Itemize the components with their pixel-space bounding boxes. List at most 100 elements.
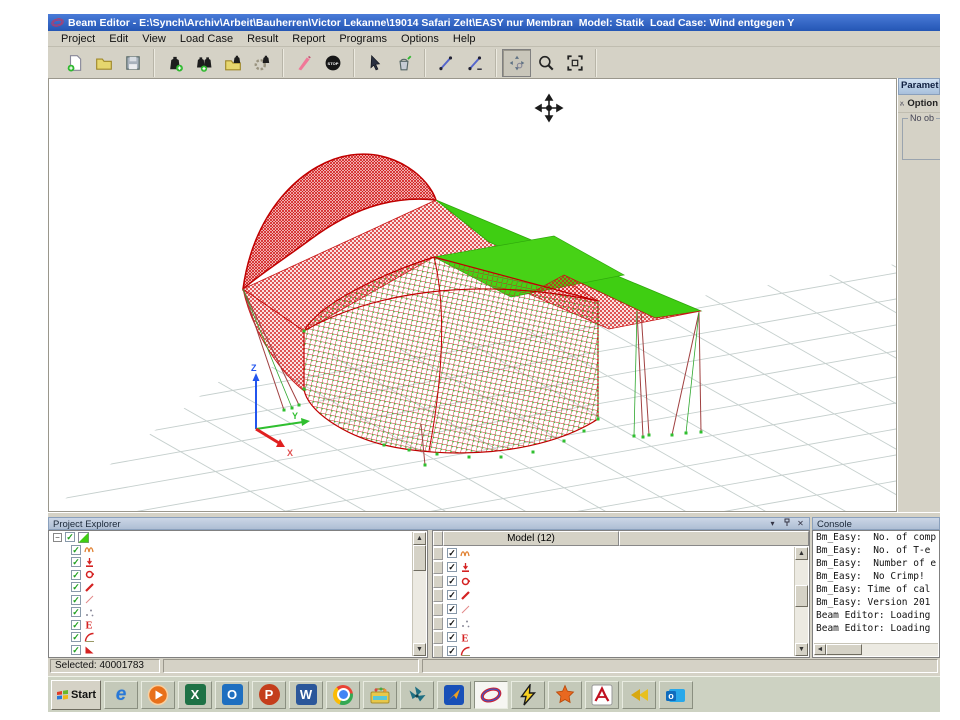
menu-result[interactable]: Result — [240, 32, 285, 46]
menu-project[interactable]: Project — [54, 32, 102, 46]
tree-row-rotational-points[interactable] — [49, 569, 427, 582]
checkbox[interactable] — [71, 632, 81, 642]
checkbox[interactable] — [71, 545, 81, 555]
checkbox[interactable] — [71, 570, 81, 580]
project-tree[interactable]: −E ▲ ▼ — [48, 530, 428, 658]
arrows-app-taskbar-button[interactable] — [622, 681, 656, 709]
toolbox-taskbar-button[interactable] — [363, 681, 397, 709]
checkbox[interactable] — [71, 595, 81, 605]
tree-row-cross-sections[interactable] — [49, 631, 427, 644]
zoom-button[interactable] — [531, 49, 560, 77]
menu-help[interactable]: Help — [446, 32, 483, 46]
checkbox[interactable] — [447, 576, 457, 586]
console-caption[interactable]: Console — [812, 517, 940, 530]
scroll-thumb[interactable] — [795, 585, 808, 607]
project-explorer-caption[interactable]: Project Explorer ▾ ✕ — [48, 517, 810, 530]
chrome-taskbar-button[interactable] — [326, 681, 360, 709]
model-list[interactable]: Model (12) E ▲ ▼ — [432, 530, 810, 658]
scroll-up-icon[interactable]: ▲ — [795, 547, 808, 560]
tree-row-springs[interactable] — [49, 544, 427, 557]
titlebar[interactable]: Beam Editor - E:\Synch\Archiv\Arbeit\Bau… — [48, 14, 940, 31]
checkbox[interactable] — [447, 618, 457, 628]
list-row-cross-sections[interactable] — [433, 644, 809, 658]
tree-row-axial-force-links[interactable] — [49, 594, 427, 607]
navigator-taskbar-button[interactable] — [437, 681, 471, 709]
save-button[interactable] — [118, 49, 147, 77]
row-selector[interactable] — [433, 617, 443, 630]
list-row-axial-force-links[interactable] — [433, 602, 809, 616]
tree-vertical-scrollbar[interactable]: ▲ ▼ — [412, 532, 426, 656]
scroll-up-icon[interactable]: ▲ — [413, 532, 426, 545]
model-count-header[interactable]: Model (12) — [443, 531, 619, 546]
scroll-thumb[interactable] — [826, 644, 862, 655]
list-row-materials[interactable]: E — [433, 630, 809, 644]
options-label[interactable]: Option — [907, 98, 938, 109]
open-project-button[interactable] — [89, 49, 118, 77]
pane-pin-icon[interactable] — [780, 518, 793, 529]
scroll-down-icon[interactable]: ▼ — [413, 643, 426, 656]
console-output[interactable]: Bm_Easy: No. of compBm_Easy: No. of T-eB… — [812, 530, 940, 658]
internet-explorer-taskbar-button[interactable]: e — [104, 681, 138, 709]
list-vertical-scrollbar[interactable]: ▲ ▼ — [794, 547, 808, 656]
add-load-button[interactable] — [160, 49, 189, 77]
select-cursor-button[interactable] — [360, 49, 389, 77]
pane-menu-icon[interactable]: ▾ — [766, 518, 779, 529]
add-load-group-button[interactable] — [189, 49, 218, 77]
checkbox[interactable] — [71, 620, 81, 630]
pen-button[interactable] — [289, 49, 318, 77]
checkbox[interactable] — [447, 646, 457, 656]
word-taskbar-button[interactable]: W — [289, 681, 323, 709]
menu-edit[interactable]: Edit — [102, 32, 135, 46]
draw-line-button[interactable] — [431, 49, 460, 77]
list-row-rotational-points[interactable] — [433, 574, 809, 588]
checkbox[interactable] — [71, 645, 81, 655]
menu-options[interactable]: Options — [394, 32, 446, 46]
checkbox[interactable] — [447, 604, 457, 614]
tree-row-angles[interactable] — [49, 644, 427, 657]
collapse-icon[interactable]: − — [53, 533, 62, 542]
menu-view[interactable]: View — [135, 32, 173, 46]
acrobat-taskbar-button[interactable] — [585, 681, 619, 709]
row-selector[interactable] — [433, 561, 443, 574]
parameter-panel-title[interactable]: Parameter — [898, 78, 940, 95]
start-button[interactable]: Start — [51, 680, 101, 710]
orbit-view-button[interactable] — [502, 49, 531, 77]
outlook-new-taskbar-button[interactable]: o — [659, 681, 693, 709]
fan-app-taskbar-button[interactable] — [400, 681, 434, 709]
checkbox[interactable] — [447, 548, 457, 558]
star-app-taskbar-button[interactable] — [548, 681, 582, 709]
viewport-3d[interactable]: Z Y X — [48, 78, 897, 512]
checkbox[interactable] — [65, 532, 75, 542]
tree-row-beam-links[interactable] — [49, 581, 427, 594]
stop-button[interactable]: STOP — [318, 49, 347, 77]
fit-view-button[interactable] — [560, 49, 589, 77]
draw-line-alt-button[interactable] — [460, 49, 489, 77]
row-selector[interactable] — [433, 631, 443, 644]
checkbox[interactable] — [447, 632, 457, 642]
load-settings-button[interactable] — [247, 49, 276, 77]
menu-report[interactable]: Report — [285, 32, 332, 46]
checkbox[interactable] — [71, 607, 81, 617]
checkbox[interactable] — [71, 557, 81, 567]
row-selector[interactable] — [433, 547, 443, 560]
checkbox[interactable] — [71, 582, 81, 592]
scroll-left-icon[interactable]: ◄ — [814, 644, 826, 655]
powerpoint-taskbar-button[interactable]: P — [252, 681, 286, 709]
scroll-thumb[interactable] — [413, 545, 426, 571]
list-row-springs[interactable] — [433, 546, 809, 560]
outlook-taskbar-button[interactable]: O — [215, 681, 249, 709]
row-selector[interactable] — [433, 589, 443, 602]
tree-row-translational-points[interactable] — [49, 556, 427, 569]
delete-bucket-button[interactable] — [389, 49, 418, 77]
beam-editor-taskbar-button[interactable] — [474, 681, 508, 709]
console-horizontal-scrollbar[interactable]: ◄ — [814, 643, 938, 656]
open-load-button[interactable] — [218, 49, 247, 77]
new-project-button[interactable] — [60, 49, 89, 77]
list-row-translational-points[interactable] — [433, 560, 809, 574]
pane-close-icon[interactable]: ✕ — [794, 518, 807, 529]
lightning-app-taskbar-button[interactable] — [511, 681, 545, 709]
menu-load-case[interactable]: Load Case — [173, 32, 240, 46]
row-selector[interactable] — [433, 575, 443, 588]
checkbox[interactable] — [447, 562, 457, 572]
media-player-taskbar-button[interactable] — [141, 681, 175, 709]
